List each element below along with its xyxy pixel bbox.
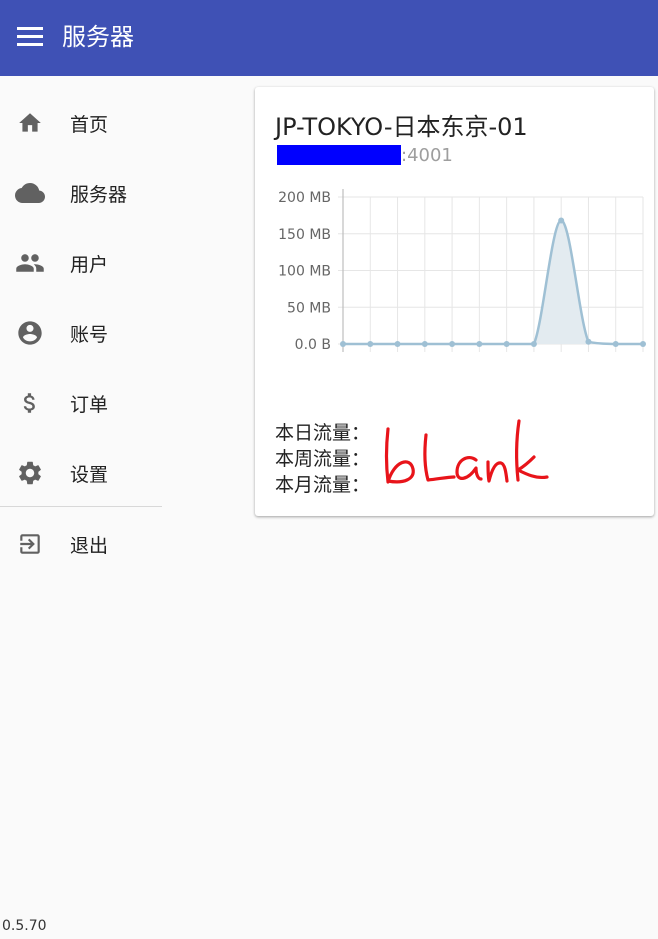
traffic-area (343, 220, 643, 344)
home-icon (14, 107, 46, 139)
nav-item-label: 账号 (70, 323, 109, 346)
data-point (558, 217, 565, 224)
nav-item-label: 用户 (70, 253, 109, 276)
data-point (530, 341, 537, 347)
y-tick-label: 0.0 B (295, 337, 331, 353)
month-traffic-label: 本月流量： (275, 474, 371, 496)
account-circle-icon (14, 317, 46, 349)
data-point (503, 341, 510, 347)
nav-item-label: 服务器 (70, 183, 128, 206)
y-tick-label: 150 MB (278, 227, 331, 243)
data-point (421, 341, 428, 347)
traffic-chart: 200 MB 150 MB 100 MB 50 MB 0.0 B (278, 189, 646, 353)
nav-item-logout[interactable]: 退出 (0, 509, 162, 579)
nav-item-home[interactable]: 首页 (0, 88, 162, 158)
server-card[interactable]: JP-TOKYO-日本东京-01 :4001 200 MB 150 MB 100 M… (255, 87, 654, 516)
data-point (640, 341, 646, 347)
y-tick-label: 100 MB (278, 264, 331, 280)
today-traffic-label: 本日流量： (275, 422, 371, 444)
server-name: JP-TOKYO-日本东京-01 (275, 113, 528, 141)
people-icon (14, 247, 46, 279)
nav-divider (0, 506, 162, 507)
data-point (367, 341, 374, 347)
server-address: :4001 (277, 144, 453, 166)
logout-icon (14, 528, 46, 560)
app-bar: 服务器 (0, 0, 658, 76)
nav-item-settings[interactable]: 设置 (0, 438, 162, 508)
data-point (476, 341, 483, 347)
nav-item-users[interactable]: 用户 (0, 228, 162, 298)
nav-item-label: 首页 (70, 113, 109, 136)
page-title: 服务器 (62, 23, 134, 51)
nav-item-servers[interactable]: 服务器 (0, 158, 162, 228)
traffic-line (343, 219, 643, 346)
server-port: :4001 (401, 144, 453, 166)
handwritten-annotation (384, 419, 549, 484)
y-tick-label: 50 MB (287, 300, 331, 316)
nav-drawer: 首页 服务器 用户 账号 订单 设置 (0, 88, 162, 508)
data-point (394, 341, 401, 347)
gear-icon (14, 457, 46, 489)
data-point (612, 341, 619, 347)
menu-button[interactable] (14, 20, 46, 52)
nav-item-account[interactable]: 账号 (0, 298, 162, 368)
redacted-address (277, 145, 401, 165)
data-point (340, 341, 346, 347)
menu-icon (17, 27, 43, 46)
traffic-stats: 本日流量： 本周流量： 本月流量： (275, 420, 370, 498)
cloud-icon (14, 177, 46, 209)
nav-item-orders[interactable]: 订单 (0, 368, 162, 438)
week-traffic-label: 本周流量： (275, 448, 371, 470)
data-point (449, 341, 456, 347)
dollar-icon (14, 387, 46, 419)
nav-item-label: 订单 (70, 393, 109, 416)
nav-item-label: 设置 (70, 463, 109, 486)
nav-item-label: 退出 (70, 534, 109, 557)
data-point (585, 338, 592, 345)
y-tick-label: 200 MB (278, 190, 331, 206)
app-version: 0.5.70 (2, 918, 47, 934)
